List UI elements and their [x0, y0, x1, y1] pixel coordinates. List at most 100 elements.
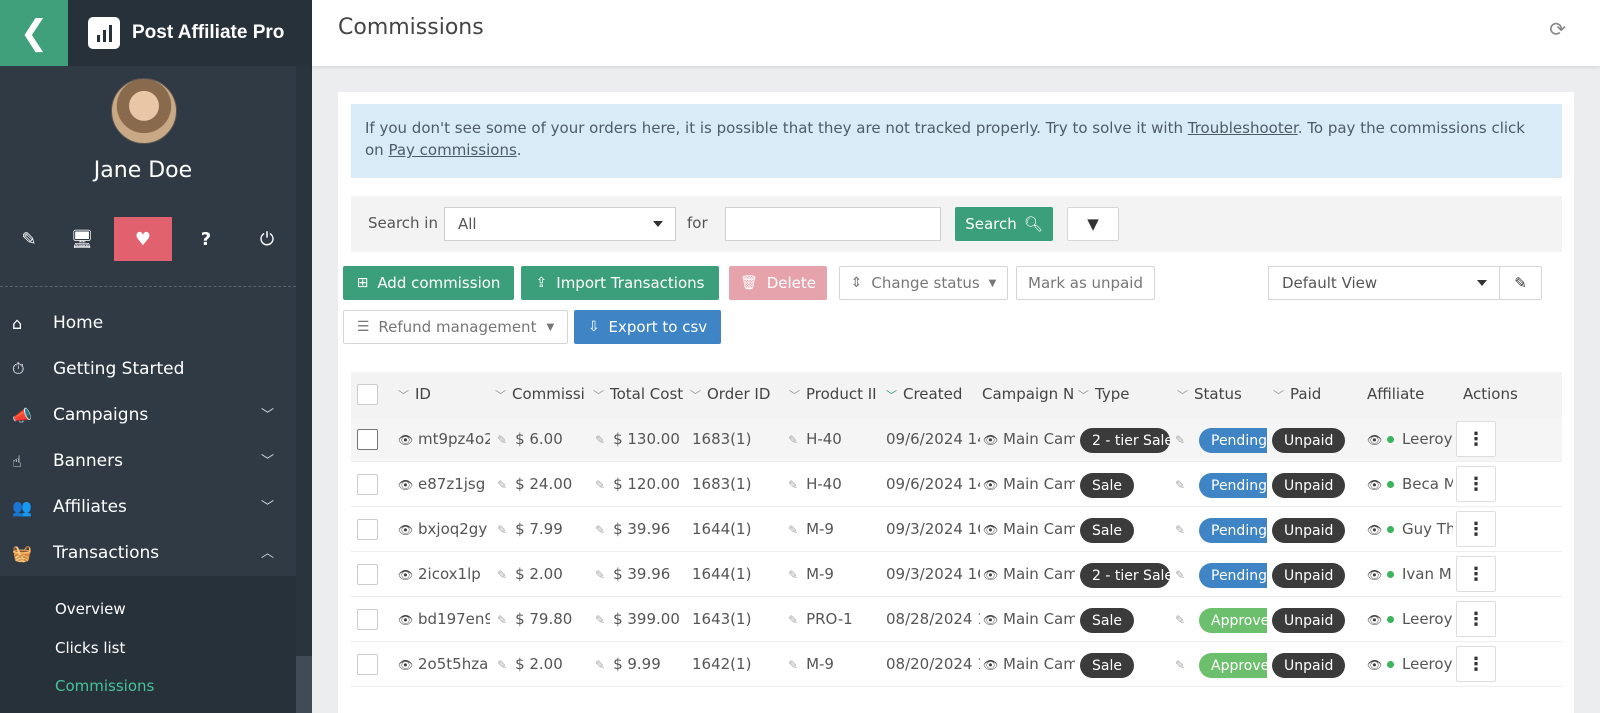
row-checkbox[interactable]: [357, 429, 378, 450]
row-checkbox[interactable]: [357, 609, 378, 630]
row-product-id[interactable]: ✎ M-9: [788, 655, 882, 673]
sidebar-item-affiliates[interactable]: 👥 Affiliates ﹀: [0, 484, 296, 530]
row-campaign[interactable]: 👁︎ Main Cam: [983, 565, 1075, 583]
row-affiliate[interactable]: 👁︎Guy Thv: [1367, 520, 1453, 538]
pencil-icon[interactable]: ✎: [497, 478, 507, 492]
row-checkbox[interactable]: [357, 474, 378, 495]
row-commission[interactable]: ✎ $ 24.00: [497, 475, 589, 493]
sidebar-item-getting-started[interactable]: ⏱ Getting Started: [0, 346, 296, 392]
pencil-icon[interactable]: ✎: [1175, 565, 1189, 583]
eye-icon[interactable]: 👁︎: [983, 613, 998, 627]
row-id[interactable]: 👁︎ bxjoq2gy: [398, 520, 490, 538]
table-row[interactable]: 👁︎ bxjoq2gy ✎ $ 7.99 ✎ $ 39.96 1644(1) ✎ M-9 09/3…: [351, 508, 1562, 552]
pencil-icon[interactable]: ✎: [497, 568, 507, 582]
help-icon[interactable]: ?: [177, 217, 235, 261]
pencil-icon[interactable]: ✎: [595, 568, 605, 582]
row-campaign[interactable]: 👁︎ Main Cam: [983, 610, 1075, 628]
subnav-item-clicks-list[interactable]: Clicks list: [55, 639, 125, 657]
pencil-icon[interactable]: ✎: [497, 658, 507, 672]
paid-badge[interactable]: Unpaid: [1272, 428, 1346, 453]
refund-management-button[interactable]: ☰ Refund management ▼: [343, 310, 568, 344]
row-product-id[interactable]: ✎ H-40: [788, 430, 882, 448]
row-product-id[interactable]: ✎ PRO-1: [788, 610, 882, 628]
row-commission[interactable]: ✎ $ 7.99: [497, 520, 589, 538]
pencil-icon[interactable]: ✎: [595, 523, 605, 537]
paid-badge[interactable]: Unpaid: [1272, 473, 1346, 498]
row-total-cost[interactable]: ✎ $ 130.00: [595, 430, 687, 448]
row-campaign[interactable]: 👁︎ Main Cam: [983, 430, 1075, 448]
column-header-paid[interactable]: ﹀ Paid: [1273, 385, 1365, 403]
search-button[interactable]: Search 🔍︎: [955, 207, 1053, 241]
pencil-icon[interactable]: ✎: [1175, 520, 1189, 538]
row-id[interactable]: 👁︎ 2icox1lp: [398, 565, 490, 583]
select-all-checkbox[interactable]: [357, 384, 378, 405]
pencil-icon[interactable]: ✎: [1175, 475, 1189, 493]
eye-icon[interactable]: 👁︎: [398, 478, 413, 492]
row-actions-button[interactable]: ⋮: [1456, 421, 1496, 457]
row-checkbox[interactable]: [357, 654, 378, 675]
pencil-icon[interactable]: ✎: [0, 217, 58, 261]
search-input[interactable]: [725, 207, 941, 241]
row-total-cost[interactable]: ✎ $ 39.96: [595, 565, 687, 583]
eye-icon[interactable]: 👁︎: [398, 568, 413, 582]
row-commission[interactable]: ✎ $ 79.80: [497, 610, 589, 628]
eye-icon[interactable]: 👁︎: [398, 433, 413, 447]
row-affiliate[interactable]: 👁︎Leeroy J: [1367, 655, 1453, 673]
column-header-type[interactable]: ﹀ Type: [1078, 385, 1172, 403]
eye-icon[interactable]: 👁︎: [398, 658, 413, 672]
table-row[interactable]: 👁︎ mt9pz4o2 ✎ $ 6.00 ✎ $ 130.00 1683(1) ✎ H-40 09…: [351, 418, 1562, 462]
eye-icon[interactable]: 👁︎: [983, 658, 998, 672]
eye-icon[interactable]: 👁︎: [1367, 568, 1382, 582]
paid-badge[interactable]: Unpaid: [1272, 653, 1346, 678]
table-row[interactable]: 👁︎ e87z1jsg ✎ $ 24.00 ✎ $ 120.00 1683(1) ✎ H-40 0…: [351, 463, 1562, 507]
heartbeat-icon[interactable]: ♥: [114, 217, 172, 261]
import-transactions-button[interactable]: ⇪ Import Transactions: [521, 266, 719, 300]
eye-icon[interactable]: 👁︎: [1367, 658, 1382, 672]
row-affiliate[interactable]: 👁︎ Ivan Mr: [1367, 565, 1453, 583]
status-badge[interactable]: Pending: [1199, 428, 1267, 453]
eye-icon[interactable]: 👁︎: [398, 613, 413, 627]
export-csv-button[interactable]: ⇩ Export to csv: [574, 310, 721, 344]
row-id[interactable]: 👁︎ bd197en9: [398, 610, 490, 628]
eye-icon[interactable]: 👁︎: [398, 523, 413, 537]
row-actions-button[interactable]: ⋮: [1456, 601, 1496, 637]
row-actions-button[interactable]: ⋮: [1456, 556, 1496, 592]
row-product-id[interactable]: ✎ M-9: [788, 565, 882, 583]
pencil-icon[interactable]: ✎: [497, 433, 507, 447]
mark-unpaid-button[interactable]: Mark as unpaid: [1016, 266, 1155, 300]
row-total-cost[interactable]: ✎ $ 120.00: [595, 475, 687, 493]
table-row[interactable]: 👁︎ 2icox1lp ✎ $ 2.00 ✎ $ 39.96 1644(1) ✎ M-9 09/3…: [351, 553, 1562, 597]
row-id[interactable]: 👁︎ mt9pz4o2: [398, 430, 490, 448]
table-row[interactable]: 👁︎ bd197en9 ✎ $ 79.80 ✎ $ 399.00 1643(1) ✎ PRO-1…: [351, 598, 1562, 642]
subnav-item-commissions[interactable]: Commissions: [55, 677, 154, 695]
row-total-cost[interactable]: ✎ $ 399.00: [595, 610, 687, 628]
column-header-status[interactable]: ﹀ Status: [1177, 385, 1271, 403]
pencil-icon[interactable]: ✎: [595, 478, 605, 492]
status-badge[interactable]: Pending: [1199, 518, 1267, 543]
row-product-id[interactable]: ✎ H-40: [788, 475, 882, 493]
change-status-button[interactable]: ⇕ Change status ▼: [839, 266, 1008, 300]
status-badge[interactable]: Pending: [1199, 473, 1267, 498]
column-header-campaign[interactable]: Campaign Na: [982, 385, 1074, 403]
pencil-icon[interactable]: ✎: [595, 433, 605, 447]
row-commission[interactable]: ✎ $ 6.00: [497, 430, 589, 448]
delete-button[interactable]: 🗑︎ Delete: [729, 266, 827, 300]
pencil-icon[interactable]: ✎: [788, 658, 798, 672]
pencil-icon[interactable]: ✎: [497, 523, 507, 537]
troubleshooter-link[interactable]: Troubleshooter: [1188, 119, 1298, 137]
eye-icon[interactable]: 👁︎: [983, 568, 998, 582]
pencil-icon[interactable]: ✎: [1175, 655, 1189, 673]
subnav-item-overview[interactable]: Overview: [55, 600, 126, 618]
eye-icon[interactable]: 👁︎: [983, 478, 998, 492]
view-select[interactable]: Default View: [1268, 266, 1500, 300]
row-campaign[interactable]: 👁︎ Main Cam: [983, 520, 1075, 538]
paid-badge[interactable]: Unpaid: [1272, 518, 1346, 543]
column-header-total-cost[interactable]: ﹀ Total Cost: [593, 385, 685, 403]
back-button[interactable]: ❮: [0, 0, 68, 66]
status-badge[interactable]: Pending: [1199, 563, 1267, 588]
row-affiliate[interactable]: 👁︎Leeroy J: [1367, 610, 1453, 628]
pencil-icon[interactable]: ✎: [595, 613, 605, 627]
row-actions-button[interactable]: ⋮: [1456, 646, 1496, 682]
eye-icon[interactable]: 👁︎: [983, 523, 998, 537]
column-header-commission[interactable]: ﹀ Commissi: [495, 385, 588, 403]
